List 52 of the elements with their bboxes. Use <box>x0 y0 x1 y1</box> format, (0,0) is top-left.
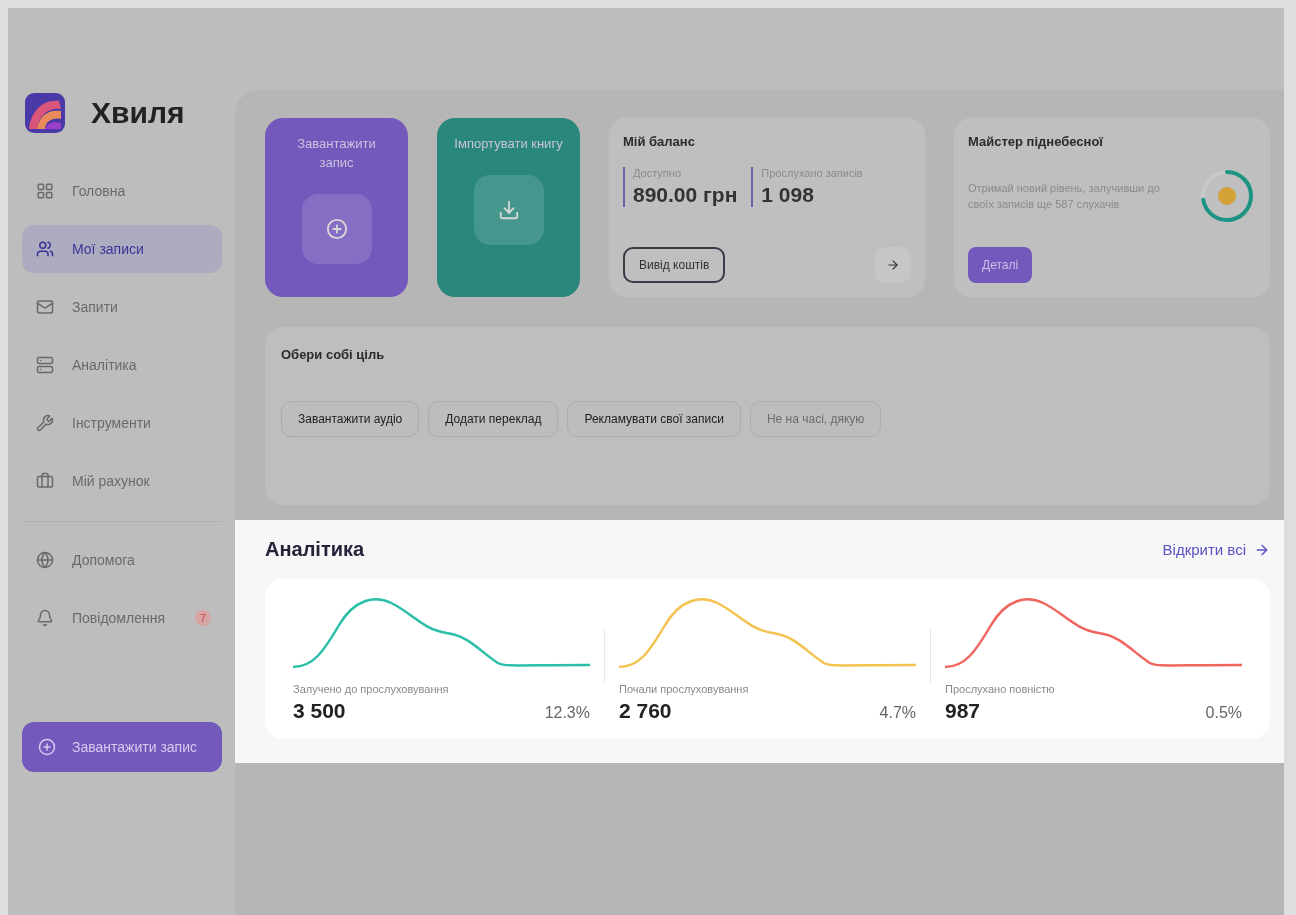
upload-button[interactable]: Завантажити запис <box>22 722 222 772</box>
grid-icon <box>36 182 54 200</box>
stat-value: 1 098 <box>761 183 815 207</box>
metric-label: Почали прослуховування <box>619 683 750 695</box>
download-icon <box>497 199 520 221</box>
action-label: Завантажити запис <box>296 135 377 172</box>
arrow-button[interactable] <box>875 247 911 283</box>
section-title: Аналітика <box>265 538 365 561</box>
nav-item[interactable]: Головна <box>22 167 222 215</box>
details-button[interactable]: Деталі <box>968 247 1033 283</box>
plus-icon <box>325 218 348 240</box>
bell-icon <box>36 609 54 627</box>
count-badge: 7 <box>195 610 211 626</box>
brand-name: Хвиля <box>91 96 185 130</box>
logo-icon <box>25 93 65 133</box>
nav-item[interactable]: Мої записи <box>22 225 222 273</box>
nav-item[interactable]: Інструменти <box>22 399 222 447</box>
card-title: Мій баланс <box>623 134 696 149</box>
metric-value: 987 <box>945 699 981 723</box>
card-title: Майстер піднебесної <box>968 134 1104 149</box>
nav-item[interactable]: Повідомлення 7 <box>22 594 222 642</box>
plus-icon <box>38 738 56 756</box>
users-icon <box>36 240 54 258</box>
globe-icon <box>36 551 54 569</box>
goal-chip[interactable]: Рекламувати свої записи <box>567 401 741 437</box>
nav-item[interactable]: Запити <box>22 283 222 331</box>
goal-chip[interactable]: Додати переклад <box>428 401 559 437</box>
goal-chip[interactable]: Не на часі, дякую <box>749 401 882 437</box>
metric-change: 12.3% <box>544 704 590 722</box>
action-card[interactable]: Завантажити запис <box>265 118 408 297</box>
panel-title: Обери собі ціль <box>281 347 385 362</box>
action-card[interactable]: Імпортувати книгу <box>437 118 580 297</box>
withdraw-button[interactable]: Вивід коштів <box>623 247 726 283</box>
metric-label: Прослухано повністю <box>945 683 1056 695</box>
action-label: Імпортувати книгу <box>453 135 564 153</box>
nav-item[interactable]: Мій рахунок <box>22 457 222 505</box>
metric-value: 2 760 <box>619 699 672 723</box>
nav-item[interactable]: Допомога <box>22 536 222 584</box>
wrench-icon <box>36 414 54 432</box>
stat-value: 890.00 грн <box>633 183 738 207</box>
goal-chip[interactable]: Завантажити аудіо <box>281 401 420 437</box>
server-icon <box>36 356 54 374</box>
metric-value: 3 500 <box>293 699 346 723</box>
mail-icon <box>36 298 54 316</box>
open-all-link[interactable]: Відкрити всі <box>1162 541 1270 558</box>
arrow-right-icon <box>886 258 900 272</box>
metric-change: 4.7% <box>879 704 916 722</box>
progress-ring <box>1198 167 1256 225</box>
metric-change: 0.5% <box>1205 704 1242 722</box>
briefcase-icon <box>36 472 54 490</box>
nav-item[interactable]: Аналітика <box>22 341 222 389</box>
metric-label: Залучено до прослуховування <box>293 683 450 695</box>
